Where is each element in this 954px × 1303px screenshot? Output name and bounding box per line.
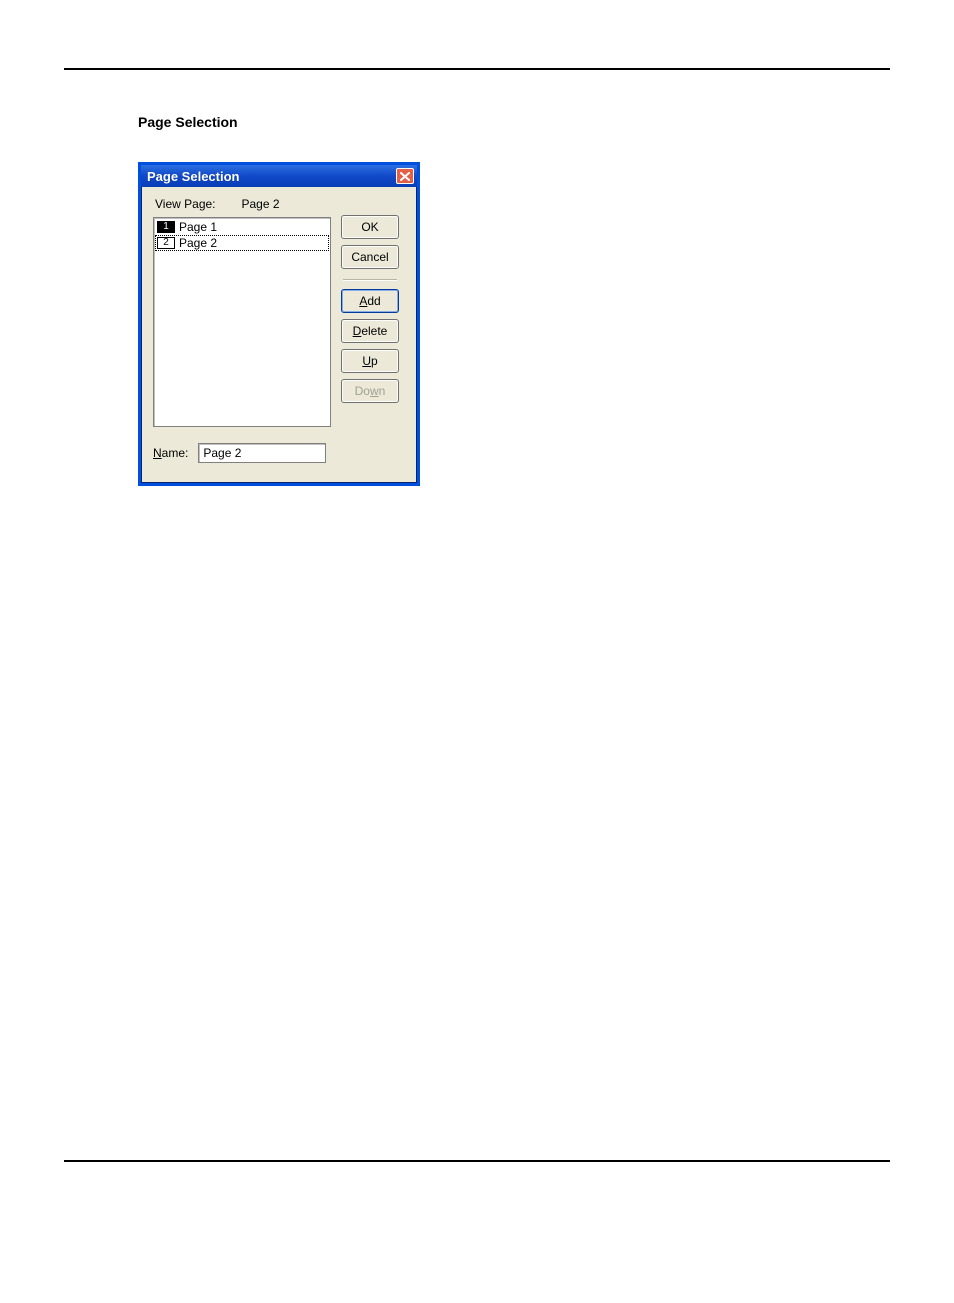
add-button[interactable]: Add	[341, 289, 399, 313]
up-button[interactable]: Up	[341, 349, 399, 373]
list-item[interactable]: 1 Page 1	[155, 219, 329, 235]
titlebar-text: Page Selection	[147, 169, 239, 184]
list-item-index: 2	[157, 237, 175, 249]
cancel-button[interactable]: Cancel	[341, 245, 399, 269]
name-label: Name:	[153, 446, 188, 460]
titlebar[interactable]: Page Selection	[141, 165, 417, 187]
view-page-label: View Page:	[155, 197, 216, 211]
list-item[interactable]: 2 Page 2	[155, 235, 329, 251]
name-input[interactable]	[198, 443, 326, 463]
name-row: Name:	[153, 443, 326, 463]
dialog-body: View Page: Page 2 1 Page 1 2 Page 2 OK Canc…	[141, 187, 417, 483]
list-item-label: Page 2	[179, 237, 217, 249]
page-divider-bottom	[64, 1160, 890, 1162]
close-icon[interactable]	[396, 168, 414, 184]
list-item-label: Page 1	[179, 221, 217, 233]
down-button[interactable]: Down	[341, 379, 399, 403]
delete-button[interactable]: Delete	[341, 319, 399, 343]
page-divider-top	[64, 68, 890, 70]
button-separator	[343, 279, 397, 281]
section-heading: Page Selection	[138, 114, 954, 130]
list-item-index: 1	[157, 221, 175, 233]
view-page-value: Page 2	[242, 197, 280, 211]
ok-button[interactable]: OK	[341, 215, 399, 239]
page-listbox[interactable]: 1 Page 1 2 Page 2	[153, 217, 331, 427]
button-column: OK Cancel Add Delete Up Down	[341, 215, 399, 427]
view-page-row: View Page: Page 2	[155, 197, 409, 211]
page-selection-dialog: Page Selection View Page: Page 2 1 Page 1…	[138, 162, 420, 486]
